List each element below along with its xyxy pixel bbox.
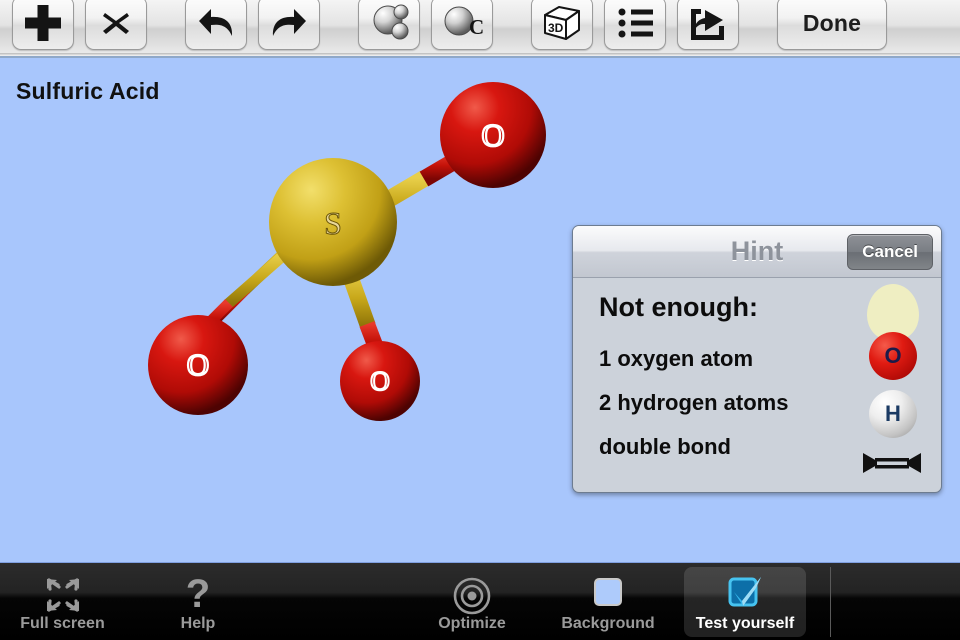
bottom-label-optimize: Optimize — [438, 615, 506, 632]
top-toolbar: C 3D Done — [0, 0, 960, 58]
delete-button[interactable] — [85, 0, 147, 50]
target-rings-icon — [451, 576, 493, 616]
bottom-toolbar-divider — [830, 567, 831, 637]
done-label: Done — [802, 9, 862, 36]
svg-text:?: ? — [186, 576, 210, 616]
bottom-item-optimize[interactable]: Optimize — [412, 567, 532, 637]
bottom-label-full-screen: Full screen — [20, 615, 105, 632]
undo-arrow-icon — [199, 9, 233, 36]
expand-arrows-icon — [41, 576, 85, 616]
atom-sulfur-center[interactable]: S — [269, 158, 397, 286]
spheres-icon — [373, 4, 409, 40]
question-mark-icon: ? — [181, 576, 215, 616]
list-button[interactable] — [604, 0, 666, 50]
atom-oxygen-bottom[interactable]: O — [340, 341, 420, 421]
molecule-canvas[interactable]: Sulfuric Acid O O O S Hint Cancel Not en… — [0, 58, 960, 562]
add-atom-button[interactable] — [12, 0, 74, 50]
cancel-button[interactable]: Cancel — [847, 234, 933, 270]
double-bond-icon — [863, 453, 921, 473]
checkbox-check-icon — [723, 576, 767, 616]
bottom-item-help[interactable]: ? Help — [150, 567, 246, 637]
undo-button[interactable] — [185, 0, 247, 50]
svg-text:C: C — [469, 15, 484, 39]
bottom-label-background: Background — [561, 615, 655, 632]
atom-oxygen-top-right[interactable]: O — [440, 82, 546, 188]
plus-icon — [23, 3, 63, 43]
app-root: C 3D Done Sulfuric Acid O O O S Hint Can… — [0, 0, 960, 640]
svg-text:S: S — [324, 205, 342, 241]
bottom-item-background[interactable]: Background — [540, 567, 676, 637]
hint-header: Hint Cancel — [573, 226, 941, 278]
cancel-label: Cancel — [862, 242, 918, 261]
hint-title: Hint — [730, 236, 784, 266]
carbon-sphere-button[interactable]: C — [431, 0, 493, 50]
redo-button[interactable] — [258, 0, 320, 50]
oxygen-atom-icon: O — [869, 332, 917, 380]
color-swatch-icon — [586, 576, 630, 616]
share-button[interactable] — [677, 0, 739, 50]
share-export-icon — [691, 9, 724, 40]
3d-cube-icon: 3D — [544, 6, 580, 40]
space-fill-button[interactable] — [358, 0, 420, 50]
svg-text:O: O — [481, 117, 504, 153]
sphere-c-icon: C — [444, 6, 484, 39]
bulleted-list-icon — [618, 8, 653, 38]
svg-text:O: O — [187, 347, 209, 382]
bottom-label-help: Help — [180, 615, 216, 632]
svg-text:O: O — [370, 366, 390, 396]
oxygen-atom-label: O — [884, 343, 902, 368]
hint-dialog[interactable]: Hint Cancel Not enough: 1 oxygen atom 2 … — [572, 225, 942, 493]
done-button[interactable]: Done — [777, 0, 887, 50]
bottom-item-full-screen[interactable]: Full screen — [10, 567, 115, 637]
hint-body: Not enough: 1 oxygen atom 2 hydrogen ato… — [573, 278, 941, 492]
redo-arrow-icon — [272, 9, 306, 36]
hydrogen-atom-icon: H — [869, 390, 917, 438]
bottom-item-test-yourself[interactable]: Test yourself — [684, 567, 806, 637]
bottom-toolbar: Full screen ? Help Optimize Background T… — [0, 562, 960, 640]
bottom-label-test-yourself: Test yourself — [695, 615, 795, 632]
view-3d-button[interactable]: 3D — [531, 0, 593, 50]
svg-text:3D: 3D — [548, 21, 564, 35]
atom-oxygen-bottom-left[interactable]: O — [148, 315, 248, 415]
x-close-icon — [103, 13, 129, 34]
hydrogen-atom-label: H — [885, 401, 901, 426]
